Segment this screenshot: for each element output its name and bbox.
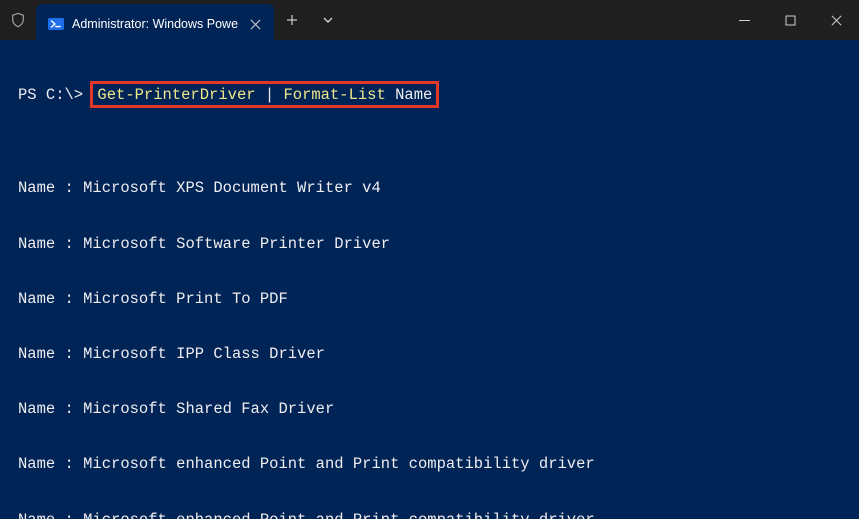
cmdlet-format-list: Format-List bbox=[283, 86, 385, 104]
terminal-body[interactable]: PS C:\> Get-PrinterDriver | Format-List … bbox=[0, 40, 859, 519]
output-row: Name : Microsoft Shared Fax Driver bbox=[18, 400, 841, 419]
window-controls bbox=[721, 0, 859, 40]
output-row: Name : Microsoft enhanced Point and Prin… bbox=[18, 511, 841, 519]
output-row: Name : Microsoft IPP Class Driver bbox=[18, 345, 841, 364]
titlebar-left: Administrator: Windows Powe bbox=[0, 0, 346, 40]
output-label: Name : bbox=[18, 345, 83, 363]
tab-powershell[interactable]: Administrator: Windows Powe bbox=[36, 4, 274, 44]
terminal-window: Administrator: Windows Powe bbox=[0, 0, 859, 519]
output-label: Name : bbox=[18, 290, 83, 308]
output-label: Name : bbox=[18, 511, 83, 519]
close-button[interactable] bbox=[813, 0, 859, 40]
output-row: Name : Microsoft Software Printer Driver bbox=[18, 235, 841, 254]
cmd-argument-name: Name bbox=[386, 86, 433, 104]
ps-prompt: PS C:\> bbox=[18, 86, 92, 104]
output-label: Name : bbox=[18, 235, 83, 253]
prompt-line-1: PS C:\> Get-PrinterDriver | Format-List … bbox=[18, 81, 841, 109]
output-row: Name : Microsoft Print To PDF bbox=[18, 290, 841, 309]
output-value: Microsoft enhanced Point and Print compa… bbox=[83, 455, 595, 473]
cmdlet-get-printerdriver: Get-PrinterDriver bbox=[97, 86, 255, 104]
titlebar-drag-area[interactable] bbox=[346, 0, 721, 40]
output-value: Microsoft Print To PDF bbox=[83, 290, 288, 308]
titlebar: Administrator: Windows Powe bbox=[0, 0, 859, 40]
shield-icon bbox=[0, 0, 36, 40]
output-label: Name : bbox=[18, 455, 83, 473]
output-value: Microsoft Shared Fax Driver bbox=[83, 400, 334, 418]
pipe-operator: | bbox=[256, 86, 284, 104]
output-value: Microsoft XPS Document Writer v4 bbox=[83, 179, 381, 197]
new-tab-button[interactable] bbox=[274, 0, 310, 40]
output-value: Microsoft Software Printer Driver bbox=[83, 235, 390, 253]
driver-list-output: Name : Microsoft XPS Document Writer v4 … bbox=[18, 161, 841, 519]
tab-close-button[interactable] bbox=[246, 15, 264, 33]
output-value: Microsoft enhanced Point and Print compa… bbox=[83, 511, 595, 519]
tab-title: Administrator: Windows Powe bbox=[72, 17, 238, 31]
output-value: Microsoft IPP Class Driver bbox=[83, 345, 325, 363]
tab-dropdown-button[interactable] bbox=[310, 0, 346, 40]
output-row: Name : Microsoft enhanced Point and Prin… bbox=[18, 455, 841, 474]
output-label: Name : bbox=[18, 400, 83, 418]
output-row: Name : Microsoft XPS Document Writer v4 bbox=[18, 179, 841, 198]
powershell-icon bbox=[48, 16, 64, 32]
output-label: Name : bbox=[18, 179, 83, 197]
minimize-button[interactable] bbox=[721, 0, 767, 40]
maximize-button[interactable] bbox=[767, 0, 813, 40]
highlight-box-1: Get-PrinterDriver | Format-List Name bbox=[90, 81, 439, 109]
